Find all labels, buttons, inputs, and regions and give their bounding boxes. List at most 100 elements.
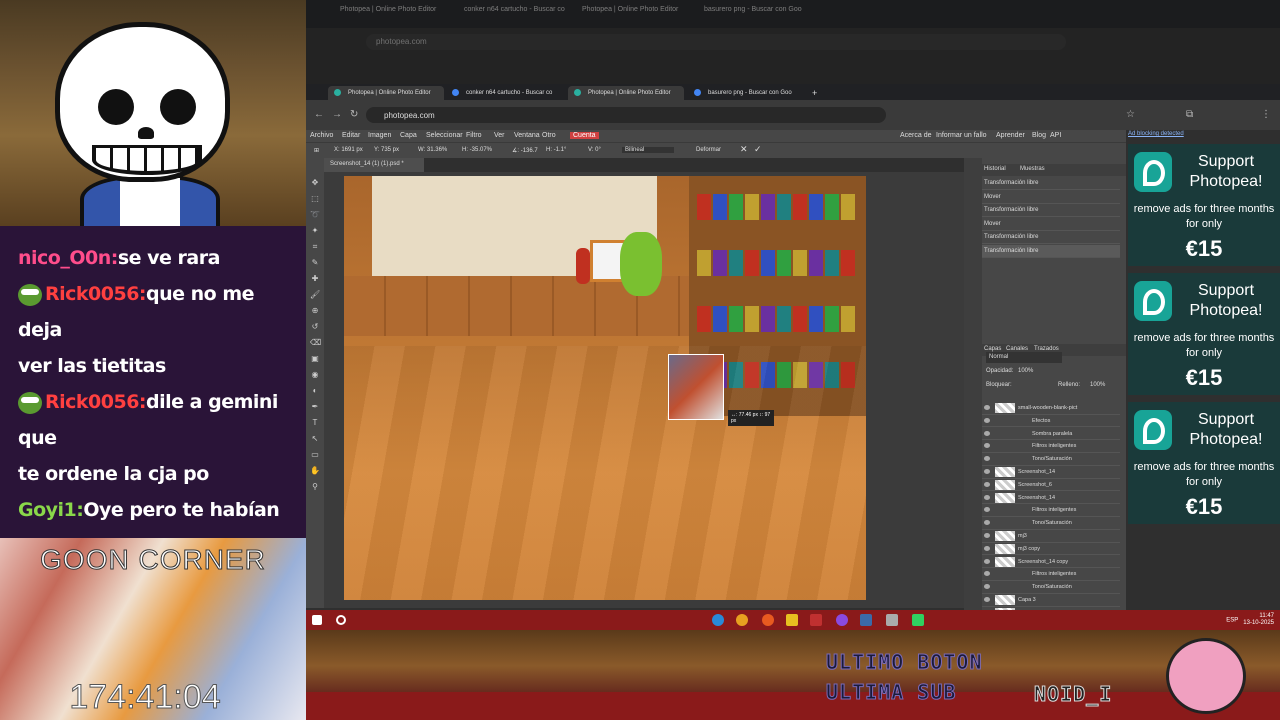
history-item[interactable]: Transformación libre: [982, 177, 1120, 190]
menu-ver[interactable]: Ver: [494, 132, 505, 139]
visibility-eye-icon[interactable]: [984, 430, 990, 436]
pen-tool-icon[interactable]: ✒: [310, 402, 320, 412]
menu-filtro[interactable]: Filtro: [466, 132, 482, 139]
windows-start-icon[interactable]: [312, 615, 322, 625]
layer-row[interactable]: small-wooden-blank-pict: [982, 402, 1120, 415]
shape-tool-icon[interactable]: ▭: [310, 450, 320, 460]
menu-archivo[interactable]: Archivo: [310, 132, 333, 139]
cancel-transform-icon[interactable]: ✕: [740, 144, 748, 155]
blur-tool-icon[interactable]: ◉: [310, 370, 320, 380]
layer-row[interactable]: Screenshot_6: [982, 479, 1120, 492]
history-item[interactable]: Transformación libre: [982, 244, 1120, 258]
layer-row[interactable]: Filtros inteligentes: [982, 504, 1120, 517]
layer-row[interactable]: mj3: [982, 530, 1120, 543]
move-tool-icon[interactable]: ⊞: [314, 147, 319, 154]
menu-right-item[interactable]: Informar un fallo: [936, 132, 987, 139]
commit-transform-icon[interactable]: ✓: [754, 144, 762, 155]
zoom-tool-icon[interactable]: ⚲: [310, 482, 320, 492]
opt-w[interactable]: W: 31.36%: [418, 147, 447, 153]
support-photopea-ad[interactable]: Support Photopea! remove ads for three mo…: [1128, 144, 1280, 266]
opt-hskew[interactable]: H: -1.1°: [546, 147, 566, 153]
heal-tool-icon[interactable]: ✚: [310, 274, 320, 284]
menu-imagen[interactable]: Imagen: [368, 132, 391, 139]
stamp-tool-icon[interactable]: ⊕: [310, 306, 320, 316]
visibility-eye-icon[interactable]: [984, 481, 990, 487]
opacity-value[interactable]: 100%: [1018, 368, 1033, 374]
app3-icon[interactable]: [912, 614, 924, 626]
blend-mode-select[interactable]: Normal: [986, 352, 1062, 363]
menu-otro[interactable]: Otro: [542, 132, 556, 139]
visibility-eye-icon[interactable]: [984, 456, 990, 462]
fill-tool-icon[interactable]: ▣: [310, 354, 320, 364]
visibility-eye-icon[interactable]: [984, 584, 990, 590]
layer-row[interactable]: Capa 3: [982, 594, 1120, 607]
chat-username[interactable]: nico_O0n:: [18, 247, 118, 269]
deform-button[interactable]: Deformar: [696, 147, 721, 153]
history-item[interactable]: Mover: [982, 191, 1120, 204]
tab-muestras[interactable]: Muestras: [1020, 166, 1045, 172]
menu-icon[interactable]: ⋮: [1261, 109, 1271, 120]
folder-icon[interactable]: [786, 614, 798, 626]
app2-icon[interactable]: [886, 614, 898, 626]
steam-icon[interactable]: [860, 614, 872, 626]
wand-tool-icon[interactable]: ✦: [310, 226, 320, 236]
ad-blocking-link[interactable]: Ad blocking detected: [1128, 131, 1184, 137]
conker-box-layer[interactable]: [668, 354, 724, 420]
move-tool-icon[interactable]: ✥: [310, 178, 320, 188]
tab-basurero-search[interactable]: basurero png - Buscar con Goo: [688, 86, 804, 100]
history-tool-icon[interactable]: ↺: [310, 322, 320, 332]
layer-row[interactable]: Filtros inteligentes: [982, 568, 1120, 581]
chat-username[interactable]: Rick0056:: [45, 391, 147, 413]
menu-ventana[interactable]: Ventana: [514, 132, 540, 139]
app-icon[interactable]: [810, 614, 822, 626]
dodge-tool-icon[interactable]: ◐: [310, 386, 320, 396]
menu-right-item[interactable]: Blog: [1032, 132, 1046, 139]
obs-icon[interactable]: [836, 614, 848, 626]
lang-indicator[interactable]: ESP: [1226, 618, 1238, 624]
minecraft-room-image[interactable]: ↔: 77.46 px ↕: 97 px: [344, 176, 866, 600]
layer-row[interactable]: Screenshot_14 copy: [982, 556, 1120, 569]
reload-icon[interactable]: ↻: [350, 109, 358, 120]
visibility-eye-icon[interactable]: [984, 405, 990, 410]
crop-tool-icon[interactable]: ⌗: [310, 242, 320, 252]
type-tool-icon[interactable]: T: [310, 418, 320, 428]
lasso-tool-icon[interactable]: ➰: [310, 210, 320, 220]
visibility-eye-icon[interactable]: [984, 494, 990, 500]
opt-angle[interactable]: ∡: -136.7: [512, 147, 538, 154]
canvas-area[interactable]: ↔: 77.46 px ↕: 97 px: [324, 172, 964, 608]
layer-row[interactable]: mj3 copy: [982, 543, 1120, 556]
support-photopea-ad[interactable]: Support Photopea! remove ads for three mo…: [1128, 273, 1280, 395]
opt-x[interactable]: X: 1691 px: [334, 147, 363, 153]
extensions-icon[interactable]: ⧉: [1186, 109, 1193, 120]
layer-row[interactable]: Sombra paralela: [982, 428, 1120, 441]
marquee-tool-icon[interactable]: ⬚: [310, 194, 320, 204]
edge-icon[interactable]: [712, 614, 724, 626]
history-item[interactable]: Mover: [982, 218, 1120, 231]
layer-row[interactable]: Efectos: [982, 415, 1120, 428]
history-item[interactable]: Transformación libre: [982, 204, 1120, 217]
visibility-eye-icon[interactable]: [984, 533, 990, 538]
support-photopea-ad[interactable]: Support Photopea! remove ads for three mo…: [1128, 402, 1280, 524]
menu-right-item[interactable]: Acerca de: [900, 132, 932, 139]
tab-photopea-2[interactable]: Photopea | Online Photo Editor: [568, 86, 684, 100]
visibility-eye-icon[interactable]: [984, 520, 990, 526]
layer-row[interactable]: Filtros inteligentes: [982, 440, 1120, 453]
tab-historial[interactable]: Historial: [984, 166, 1006, 172]
hand-tool-icon[interactable]: ✋: [310, 466, 320, 476]
interp-select[interactable]: Bilineal: [622, 147, 675, 153]
star-icon[interactable]: ☆: [1126, 109, 1135, 120]
chrome-icon[interactable]: [736, 614, 748, 626]
chat-username[interactable]: Goyi1:: [18, 499, 84, 521]
menu-right-item[interactable]: API: [1050, 132, 1061, 139]
fill-value[interactable]: 100%: [1090, 382, 1105, 388]
new-tab-button[interactable]: +: [808, 86, 824, 100]
eraser-tool-icon[interactable]: ⌫: [310, 338, 321, 348]
layer-row[interactable]: Tono/Saturación: [982, 517, 1120, 530]
back-icon[interactable]: ←: [314, 109, 324, 120]
chat-username[interactable]: Rick0056:: [45, 283, 147, 305]
opt-y[interactable]: Y: 735 px: [374, 147, 399, 153]
menu-editar[interactable]: Editar: [342, 132, 360, 139]
layer-row[interactable]: Screenshot_14: [982, 492, 1120, 505]
firefox-icon[interactable]: [762, 614, 774, 626]
visibility-eye-icon[interactable]: [984, 507, 990, 513]
